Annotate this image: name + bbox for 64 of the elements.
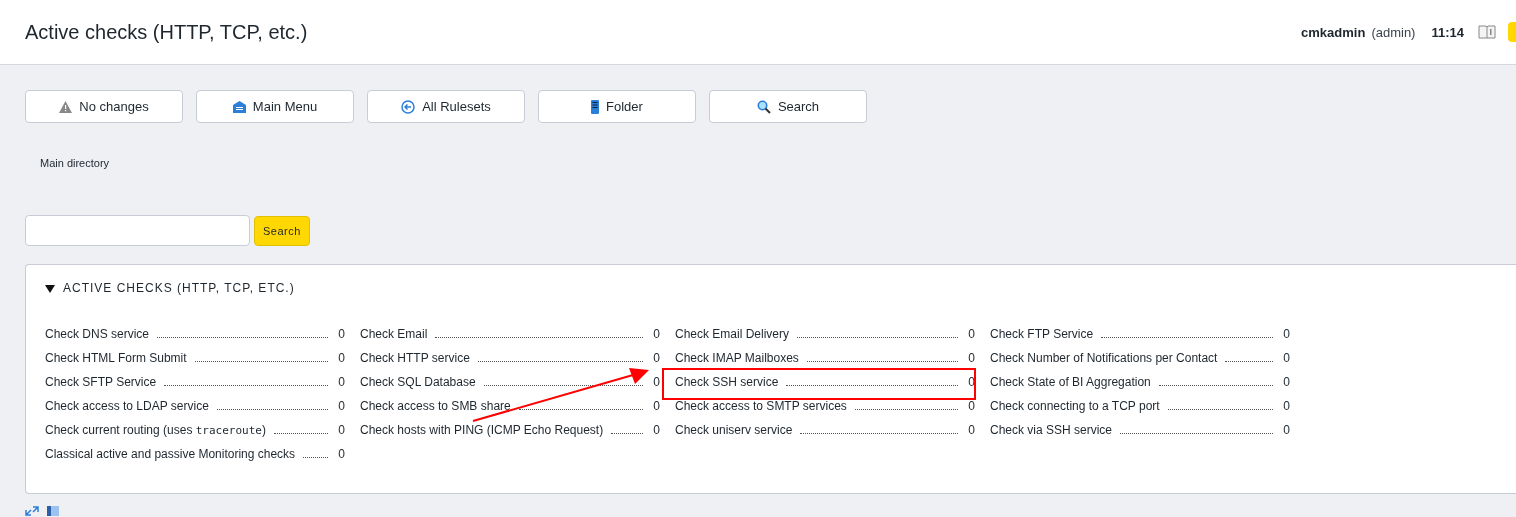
ruleset-link[interactable]: Check State of BI Aggregation xyxy=(990,375,1151,389)
rule-count: 0 xyxy=(338,375,345,389)
panel-icon[interactable] xyxy=(47,506,59,516)
rule-count: 0 xyxy=(968,423,975,437)
ruleset-link[interactable]: Check HTTP service xyxy=(360,351,470,365)
rule-count: 0 xyxy=(338,423,345,437)
rule-count: 0 xyxy=(1283,351,1290,365)
ruleset-link[interactable]: Check via SSH service xyxy=(990,423,1113,437)
rule-count: 0 xyxy=(968,399,975,413)
panel-title[interactable]: ACTIVE CHECKS (HTTP, TCP, ETC.) xyxy=(63,281,295,295)
collapse-triangle-icon[interactable] xyxy=(45,283,55,293)
rule-count: 0 xyxy=(338,327,345,341)
rule-count: 0 xyxy=(968,375,975,389)
ruleset-link[interactable]: Check SFTP Service xyxy=(45,375,157,389)
server-icon xyxy=(591,99,600,114)
sidebar-toggle[interactable] xyxy=(1508,22,1516,42)
ruleset-link[interactable]: Check uniserv service xyxy=(675,423,793,437)
ruleset-link[interactable]: Check hosts with PING (ICMP Echo Request) xyxy=(360,423,604,437)
ruleset-link[interactable]: Check access to SMTP services xyxy=(675,399,847,413)
toolbar-button[interactable]: No changes xyxy=(25,90,183,123)
rule-count: 0 xyxy=(653,423,660,437)
user-role: (admin) xyxy=(1371,24,1416,40)
breadcrumb-link[interactable]: Main directory xyxy=(40,157,110,169)
rule-count: 0 xyxy=(1283,423,1290,437)
rule-count: 0 xyxy=(653,351,660,365)
ruleset-link[interactable]: Check SSH service xyxy=(675,375,779,389)
search-field[interactable] xyxy=(25,215,250,246)
toolbar-button[interactable]: Folder xyxy=(538,90,696,123)
book-icon[interactable] xyxy=(1478,25,1496,39)
search-icon xyxy=(756,99,771,114)
ruleset-link[interactable]: Check FTP Service xyxy=(990,327,1094,341)
rule-count: 0 xyxy=(338,399,345,413)
rule-count: 0 xyxy=(1283,375,1290,389)
ruleset-link[interactable]: Check current routing (uses traceroute) xyxy=(45,423,266,437)
toolbar-button[interactable]: Main Menu xyxy=(196,90,354,123)
ruleset-link[interactable]: Check HTML Form Submit xyxy=(45,351,187,365)
page-title: Active checks (HTTP, TCP, etc.) xyxy=(25,20,309,44)
toolbar-button[interactable]: Search xyxy=(709,90,867,123)
rule-count: 0 xyxy=(653,327,660,341)
ruleset-link[interactable]: Check Email xyxy=(360,327,428,341)
rule-count: 0 xyxy=(338,447,345,461)
ruleset-link[interactable]: Check Number of Notifications per Contact xyxy=(990,351,1218,365)
ruleset-link[interactable]: Check access to SMB share xyxy=(360,399,511,413)
ruleset-link[interactable]: Check IMAP Mailboxes xyxy=(675,351,799,365)
ruleset-link[interactable]: Check connecting to a TCP port xyxy=(990,399,1160,413)
home-icon xyxy=(232,100,246,113)
rule-count: 0 xyxy=(338,351,345,365)
rule-count: 0 xyxy=(653,375,660,389)
ruleset-link[interactable]: Classical active and passive Monitoring checks xyxy=(45,447,296,461)
rule-count: 0 xyxy=(968,351,975,365)
ruleset-link[interactable]: Check Email Delivery xyxy=(675,327,790,341)
ruleset-link[interactable]: Check DNS service xyxy=(45,327,150,341)
ruleset-link[interactable]: Check SQL Database xyxy=(360,375,476,389)
rule-count: 0 xyxy=(653,399,660,413)
rule-count: 0 xyxy=(968,327,975,341)
user-name: cmkadmin xyxy=(1301,24,1366,40)
rule-count: 0 xyxy=(1283,399,1290,413)
toolbar-button[interactable]: All Rulesets xyxy=(367,90,525,123)
warning-icon xyxy=(59,100,73,113)
rule-count: 0 xyxy=(1283,327,1290,341)
search-button[interactable]: Search xyxy=(254,215,310,246)
expand-icon[interactable] xyxy=(25,506,39,516)
ruleset-link[interactable]: Check access to LDAP service xyxy=(45,399,209,413)
clock-time: 11:14 xyxy=(1431,24,1464,40)
